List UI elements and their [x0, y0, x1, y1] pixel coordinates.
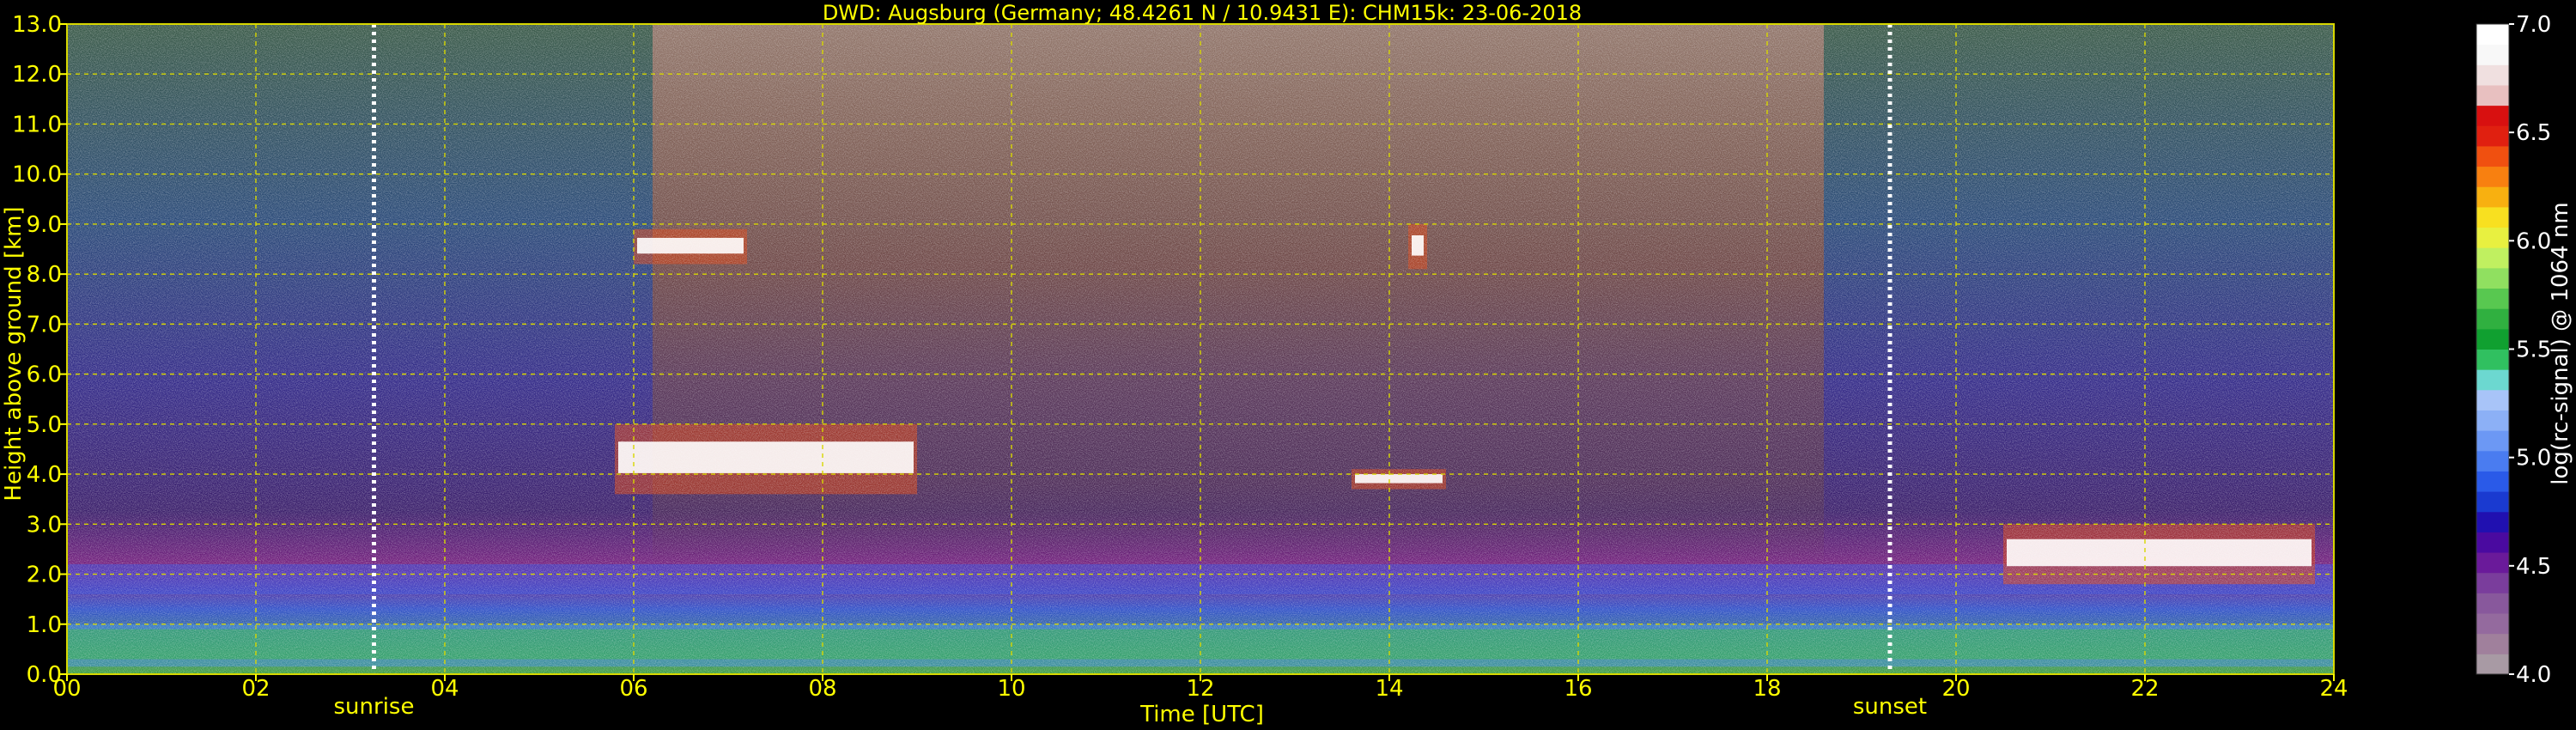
- y-tick-label: 8.0: [27, 262, 62, 288]
- colorbar-tick-label: 4.0: [2516, 662, 2551, 688]
- colorbar-swatch: [2476, 613, 2509, 635]
- y-tick-label: 12.0: [12, 62, 62, 88]
- y-tick-label: 4.0: [27, 462, 62, 488]
- colorbar-swatch: [2476, 593, 2509, 614]
- colorbar-swatch: [2476, 227, 2509, 248]
- y-tick-label: 1.0: [27, 612, 62, 638]
- x-tick-label: 12: [1186, 676, 1214, 702]
- colorbar-swatch: [2476, 654, 2509, 675]
- colorbar: 4.0 4.5 5.0 5.5 6.0 6.5 7.0: [2476, 12, 2551, 688]
- colorbar-tick-label: 5.0: [2516, 446, 2551, 471]
- x-tick-label: 22: [2130, 676, 2159, 702]
- y-tick-label: 9.0: [27, 212, 62, 238]
- colorbar-swatch: [2476, 511, 2509, 532]
- colorbar-swatch: [2476, 166, 2509, 187]
- colorbar-swatch: [2476, 24, 2509, 46]
- colorbar-swatch: [2476, 450, 2509, 471]
- colorbar-swatch: [2476, 572, 2509, 593]
- x-tick-label: 04: [430, 676, 459, 702]
- x-tick-label: 16: [1564, 676, 1592, 702]
- colorbar-swatch: [2476, 267, 2509, 289]
- colorbar-swatch: [2476, 206, 2509, 228]
- y-tick-label: 13.0: [12, 12, 62, 38]
- y-tick-label: 6.0: [27, 362, 62, 388]
- colorbar-swatch: [2476, 64, 2509, 86]
- colorbar-swatch: [2476, 369, 2509, 391]
- colorbar-swatch: [2476, 389, 2509, 411]
- x-tick-label: 24: [2319, 676, 2348, 702]
- x-tick-label: 02: [241, 676, 270, 702]
- colorbar-swatch: [2476, 288, 2509, 309]
- y-tick-label: 5.0: [27, 412, 62, 438]
- ceilometer-chart: sunrise sunset 00 02 04 06 08 10 12 14 16 18 20 22 24…: [1, 1, 2573, 727]
- event-label-sunrise: sunrise: [334, 694, 415, 720]
- x-tick-label: 14: [1375, 676, 1403, 702]
- colorbar-swatch: [2476, 430, 2509, 452]
- colorbar-swatch: [2476, 471, 2509, 492]
- colorbar-swatch: [2476, 247, 2509, 269]
- colorbar-tick-label: 6.0: [2516, 228, 2551, 254]
- y-tick-label: 7.0: [27, 312, 62, 338]
- colorbar-swatch: [2476, 349, 2509, 370]
- y-tick-label: 3.0: [27, 512, 62, 538]
- chart-title: DWD: Augsburg (Germany; 48.4261 N / 10.9…: [823, 1, 1582, 25]
- colorbar-swatch: [2476, 105, 2509, 126]
- x-tick-label: 08: [808, 676, 836, 702]
- y-tick-label: 10.0: [12, 162, 62, 188]
- colorbar-swatch: [2476, 308, 2509, 330]
- x-tick-label: 06: [619, 676, 647, 702]
- colorbar-swatch: [2476, 633, 2509, 654]
- y-tick-label: 2.0: [27, 563, 62, 588]
- colorbar-swatch: [2476, 410, 2509, 431]
- colorbar-swatch: [2476, 328, 2509, 350]
- event-label-sunset: sunset: [1853, 694, 1927, 720]
- colorbar-tick-label: 7.0: [2516, 12, 2551, 38]
- y-tick-label: 0.0: [27, 662, 62, 688]
- colorbar-swatch: [2476, 491, 2509, 513]
- colorbar-label: log(rc-signal) @ 1064 nm: [2548, 202, 2573, 484]
- colorbar-swatch: [2476, 186, 2509, 208]
- colorbar-swatch: [2476, 84, 2509, 106]
- y-tick-label: 11.0: [12, 112, 62, 137]
- x-tick-label: 20: [1941, 676, 1970, 702]
- colorbar-swatch: [2476, 145, 2509, 167]
- y-axis-title: Height above ground [km]: [1, 206, 27, 501]
- x-tick-label: 18: [1753, 676, 1781, 702]
- colorbar-swatch: [2476, 532, 2509, 553]
- colorbar-tick-label: 6.5: [2516, 120, 2551, 146]
- colorbar-swatch: [2476, 552, 2509, 574]
- x-tick-label: 10: [997, 676, 1025, 702]
- colorbar-swatch: [2476, 44, 2509, 65]
- colorbar-swatch: [2476, 125, 2509, 147]
- colorbar-tick-label: 4.5: [2516, 554, 2551, 580]
- colorbar-tick-label: 5.5: [2516, 338, 2551, 363]
- x-axis-title: Time [UTC]: [1139, 702, 1264, 727]
